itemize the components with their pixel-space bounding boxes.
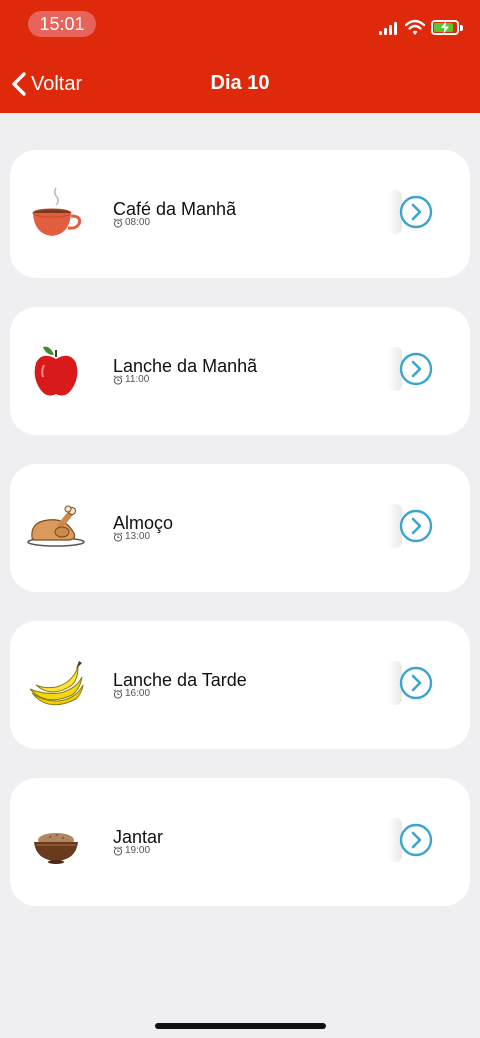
apple-icon bbox=[34, 346, 78, 396]
meal-time: 11:00 bbox=[113, 374, 149, 385]
chevron-right-circle-icon bbox=[399, 823, 433, 857]
battery-icon bbox=[431, 20, 459, 35]
meal-time-value: 13:00 bbox=[125, 531, 151, 542]
battery-nub bbox=[460, 25, 463, 31]
meal-time: 16:00 bbox=[113, 688, 150, 699]
banana-icon bbox=[29, 661, 84, 706]
tea-cup-icon bbox=[32, 187, 82, 236]
open-meal-button[interactable] bbox=[388, 347, 434, 391]
chevron-right-circle-icon bbox=[399, 352, 433, 386]
meal-time: 08:00 bbox=[113, 217, 150, 228]
home-indicator[interactable] bbox=[155, 1023, 326, 1029]
alarm-clock-icon bbox=[113, 374, 123, 385]
open-meal-button[interactable] bbox=[388, 818, 434, 862]
chevron-right-circle-icon bbox=[399, 195, 433, 229]
chevron-right-circle-icon bbox=[399, 509, 433, 543]
meal-time: 19:00 bbox=[113, 845, 150, 856]
alarm-clock-icon bbox=[113, 217, 123, 228]
open-meal-button[interactable] bbox=[388, 504, 434, 548]
alarm-clock-icon bbox=[113, 688, 123, 699]
roast-chicken-icon bbox=[27, 505, 85, 547]
meal-card-cafe-da-manha[interactable]: Café da Manhã 08:00 bbox=[10, 150, 470, 278]
cellular-signal-icon bbox=[379, 22, 399, 35]
meal-time-value: 16:00 bbox=[125, 688, 151, 699]
status-time: 15:01 bbox=[28, 11, 96, 37]
page-title: Dia 10 bbox=[210, 72, 270, 94]
meal-card-jantar[interactable]: Jantar 19:00 bbox=[10, 778, 470, 906]
chevron-right-circle-icon bbox=[399, 666, 433, 700]
meal-time-value: 08:00 bbox=[125, 217, 151, 228]
wifi-icon bbox=[405, 19, 425, 35]
alarm-clock-icon bbox=[113, 531, 123, 542]
meal-time: 13:00 bbox=[113, 531, 150, 542]
app-header: 15:01 Voltar Dia 10 bbox=[0, 0, 480, 113]
open-meal-button[interactable] bbox=[388, 190, 434, 234]
meal-card-almoco[interactable]: Almoço 13:00 bbox=[10, 464, 470, 592]
meal-time-value: 11:00 bbox=[125, 374, 150, 385]
meal-time-value: 19:00 bbox=[125, 845, 151, 856]
open-meal-button[interactable] bbox=[388, 661, 434, 705]
food-bowl-icon bbox=[34, 833, 78, 864]
alarm-clock-icon bbox=[113, 845, 123, 856]
meal-card-lanche-da-manha[interactable]: Lanche da Manhã 11:00 bbox=[10, 307, 470, 435]
meal-card-lanche-da-tarde[interactable]: Lanche da Tarde 16:00 bbox=[10, 621, 470, 749]
